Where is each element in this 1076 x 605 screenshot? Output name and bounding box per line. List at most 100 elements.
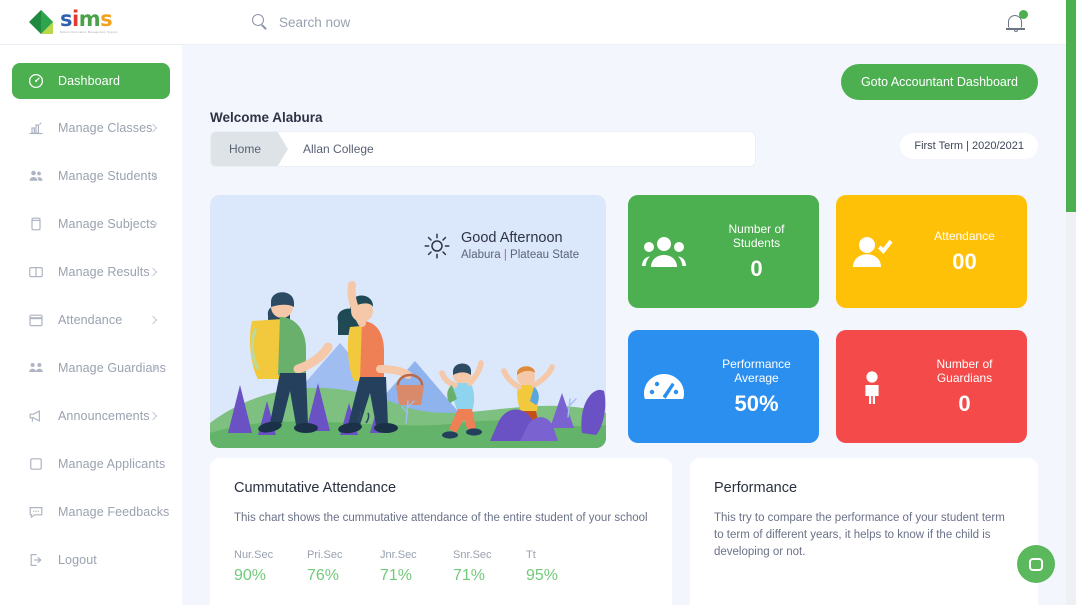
logo-text: sims School Information Management Syste… <box>60 9 118 35</box>
sidebar-item-manage-guardians[interactable]: Manage Guardians <box>12 351 170 385</box>
top-bar: sims School Information Management Syste… <box>0 0 1076 45</box>
stat-value: 50% <box>734 390 779 416</box>
panel-description: This try to compare the performance of y… <box>714 512 1005 558</box>
sidebar-item-manage-subjects[interactable]: Manage Subjects <box>12 207 170 241</box>
stat-caption-line1: Number of <box>936 356 993 371</box>
main-content: Goto Accountant Dashboard Welcome Alabur… <box>182 45 1066 605</box>
users-icon <box>28 168 44 184</box>
breadcrumb: Home Allan College <box>210 131 756 167</box>
attendance-stat: Nur.Sec 90% <box>234 549 307 585</box>
goto-accountant-dashboard-button[interactable]: Goto Accountant Dashboard <box>840 64 1038 100</box>
greeting-text-block: Good Afternoon Alabura | Plateau State <box>461 230 579 262</box>
page-title: Welcome Alabura <box>210 110 323 125</box>
attendance-category-label: Nur.Sec <box>234 549 274 561</box>
comment-icon <box>28 504 44 520</box>
attendance-value: 71% <box>380 567 413 584</box>
stat-caption-line2: Average <box>734 370 779 385</box>
greeting-title: Good Afternoon <box>461 230 563 246</box>
dashboard-page: sims School Information Management Syste… <box>0 0 1076 605</box>
performance-panel: Performance This try to compare the perf… <box>690 458 1038 605</box>
stat-card-number-of-students[interactable]: Number of Students 0 <box>628 195 819 308</box>
stat-card-performance-average[interactable]: Performance Average 50% <box>628 330 819 443</box>
sidebar-item-label: Logout <box>58 553 97 567</box>
sidebar-item-manage-applicants[interactable]: Manage Applicants <box>12 447 170 481</box>
search-input[interactable] <box>279 14 599 30</box>
sidebar-item-label: Manage Results <box>58 265 150 279</box>
calendar-icon <box>28 312 44 328</box>
stat-caption-line1: Attendance <box>934 228 995 243</box>
logo-subtitle: School Information Management System <box>60 31 118 34</box>
search-area[interactable] <box>252 13 599 31</box>
people-icon <box>28 360 44 376</box>
sidebar-item-label: Manage Subjects <box>58 217 157 231</box>
sidebar-item-label: Manage Classes <box>58 121 153 135</box>
sidebar-item-manage-classes[interactable]: Manage Classes <box>12 111 170 145</box>
sidebar-item-dashboard[interactable]: Dashboard <box>12 63 170 99</box>
attendance-category-label: Pri.Sec <box>307 549 343 561</box>
speedometer-icon <box>28 73 44 89</box>
panel-title: Cummutative Attendance <box>234 480 397 496</box>
stat-caption-line2: Students <box>732 235 781 250</box>
breadcrumb-home[interactable]: Home <box>211 132 289 166</box>
stat-caption-line1: Performance <box>722 356 791 371</box>
sidebar-item-logout[interactable]: Logout <box>12 543 170 577</box>
sidebar-item-manage-results[interactable]: Manage Results <box>12 255 170 289</box>
user-check-icon <box>836 235 908 269</box>
megaphone-icon <box>28 408 44 424</box>
chat-bubble-icon <box>1029 557 1043 571</box>
chevron-right-icon <box>148 411 158 420</box>
stat-caption-line2: Guardians <box>936 370 993 385</box>
sidebar-item-label: Manage Feedbacks <box>58 505 170 519</box>
stat-text: Number of Students 0 <box>700 222 819 282</box>
stat-caption-line1: Number of <box>728 221 785 236</box>
cummutative-attendance-panel: Cummutative Attendance This chart shows … <box>210 458 672 605</box>
sims-diamond-icon <box>28 9 54 35</box>
page-scrollbar-thumb[interactable] <box>1066 0 1076 212</box>
chat-widget-button[interactable] <box>1017 545 1055 583</box>
attendance-category-label: Snr.Sec <box>453 549 492 561</box>
logo-wordmark: sims <box>60 7 113 31</box>
attendance-summary-row: Nur.Sec 90% Pri.Sec 76% Jnr.Sec 71% Snr.… <box>234 549 648 585</box>
panel-title: Performance <box>714 480 798 496</box>
greeting-header: Good Afternoon Alabura | Plateau State <box>422 230 579 262</box>
greeting-place: Plateau State <box>510 249 580 261</box>
users-group-icon <box>628 235 700 269</box>
attendance-category-label: Tt <box>526 549 536 561</box>
bar-chart-icon <box>28 120 44 136</box>
attendance-value: 71% <box>453 567 486 584</box>
sidebar-item-label: Dashboard <box>58 74 121 88</box>
greeting-subtitle: Alabura | Plateau State <box>461 248 579 262</box>
app-logo[interactable]: sims School Information Management Syste… <box>0 9 182 35</box>
open-book-icon <box>28 264 44 280</box>
logout-icon <box>28 552 44 568</box>
panel-description: This chart shows the cummutative attenda… <box>234 512 648 524</box>
sidebar: Dashboard Manage Classes Manage Students <box>0 45 182 605</box>
search-icon <box>252 13 269 31</box>
sidebar-item-label: Manage Students <box>58 169 158 183</box>
bell-clapper-icon <box>1013 29 1018 32</box>
attendance-category-label: Jnr.Sec <box>380 549 417 561</box>
sidebar-item-manage-students[interactable]: Manage Students <box>12 159 170 193</box>
book-icon <box>28 216 44 232</box>
attendance-value: 95% <box>526 567 559 584</box>
sidebar-item-manage-feedbacks[interactable]: Manage Feedbacks <box>12 495 170 529</box>
square-icon <box>28 456 44 472</box>
stat-value: 00 <box>952 248 977 274</box>
term-badge: First Term | 2020/2021 <box>900 133 1038 159</box>
attendance-stat: Jnr.Sec 71% <box>380 549 453 585</box>
greeting-user: Alabura <box>461 249 501 261</box>
attendance-stat: Tt 95% <box>526 549 599 585</box>
sidebar-item-attendance[interactable]: Attendance <box>12 303 170 337</box>
stat-value: 0 <box>750 255 763 281</box>
chevron-right-icon <box>148 315 158 324</box>
attendance-value: 90% <box>234 567 267 584</box>
family-hiking-illustration <box>210 281 606 448</box>
notifications-button[interactable] <box>1004 10 1028 34</box>
attendance-stat: Snr.Sec 71% <box>453 549 526 585</box>
stat-card-number-of-guardians[interactable]: Number of Guardians 0 <box>836 330 1027 443</box>
sidebar-item-announcements[interactable]: Announcements <box>12 399 170 433</box>
sidebar-item-label: Announcements <box>58 409 150 423</box>
stat-card-attendance[interactable]: Attendance 00 <box>836 195 1027 308</box>
sidebar-item-label: Manage Applicants <box>58 457 166 471</box>
person-icon <box>836 370 908 404</box>
